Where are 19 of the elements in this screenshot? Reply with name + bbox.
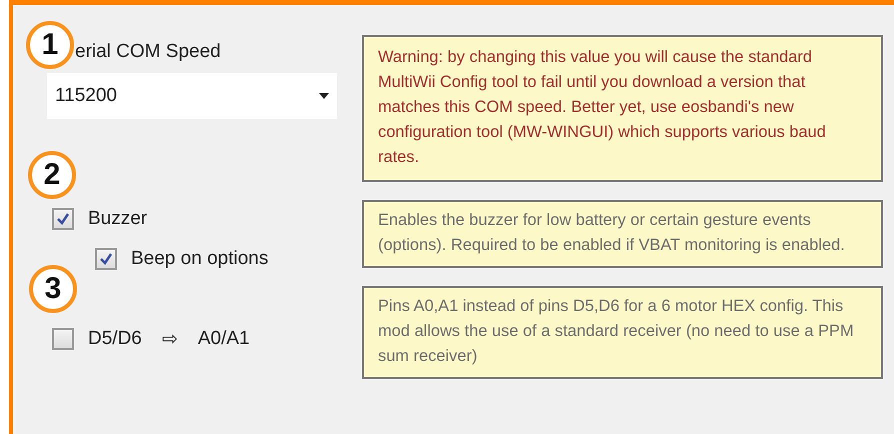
- warning-note: Warning: by changing this value you will cause the standard MultiWii Config tool to fail until you download a version that matches this COM speed. Better yet, use eosbandi's new configuration tool (MW-WINGUI) which supports various baud rates.: [362, 35, 883, 182]
- checkmark-icon: [56, 212, 70, 226]
- caret-icon: [319, 93, 329, 99]
- field-label: erial COM Speed: [75, 41, 221, 63]
- info-note: Enables the buzzer for low battery or certain gesture events (options). Required to be enabled if VBAT monitoring is enabled.: [362, 200, 883, 268]
- checkbox-label: D5/D6: [88, 328, 142, 350]
- info-note: Pins A0,A1 instead of pins D5,D6 for a 6 motor HEX config. This mod allows the use of a standard receiver (no need to use a PPM sum receiver): [362, 286, 883, 379]
- checkbox[interactable]: [52, 208, 74, 230]
- checkbox-label: Buzzer: [88, 208, 148, 230]
- arrow-glyph: ⇨: [162, 328, 178, 351]
- speed-dropdown[interactable]: 115200: [47, 73, 337, 119]
- checkmark-icon: [99, 252, 113, 266]
- step-badge: 1: [26, 21, 74, 69]
- step-badge: 3: [29, 265, 77, 313]
- step-badge: 2: [28, 151, 76, 199]
- checkbox[interactable]: [52, 328, 74, 350]
- checkbox-label: A0/A1: [198, 328, 250, 350]
- checkbox[interactable]: [95, 248, 117, 270]
- checkbox-label: Beep on options: [131, 248, 268, 270]
